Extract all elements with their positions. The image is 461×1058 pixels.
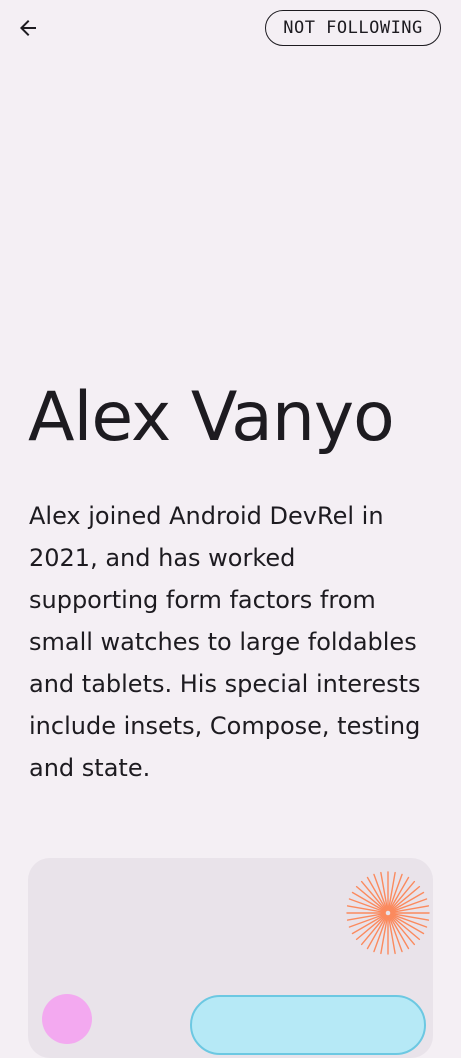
- follow-toggle-button[interactable]: NOT FOLLOWING: [265, 10, 441, 46]
- author-image-card: [28, 858, 433, 1058]
- author-bio: Alex joined Android DevRel in 2021, and …: [29, 502, 421, 782]
- top-app-bar: NOT FOLLOWING: [0, 0, 461, 56]
- card-pill-decoration: [190, 995, 426, 1055]
- arrow-back-icon: [20, 20, 36, 36]
- back-button[interactable]: [8, 8, 48, 48]
- starburst-icon: [346, 871, 430, 955]
- avatar-decoration: [42, 994, 92, 1044]
- author-name: Alex Vanyo: [28, 378, 395, 457]
